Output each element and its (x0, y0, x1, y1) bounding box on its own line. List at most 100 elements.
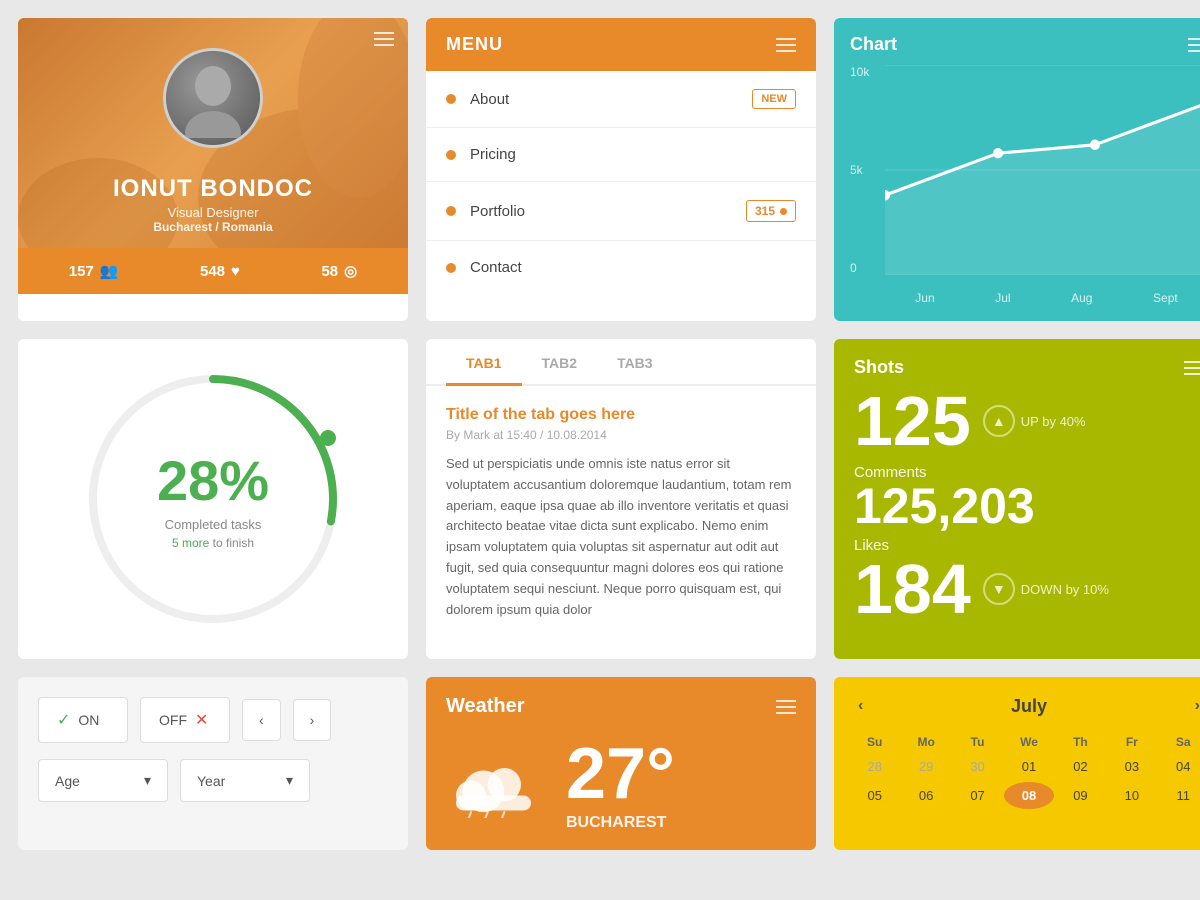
progress-text: 28% Completed tasks 5 more to finish (157, 448, 269, 550)
calendar-grid: Su Mo Tu We Th Fr Sa (850, 731, 1200, 753)
target-icon: ◎ (344, 262, 357, 280)
calendar-day-30[interactable]: 30 (953, 753, 1002, 780)
shots-row: 125 ▲ UP by 40% (854, 386, 1200, 456)
weather-city: BUCHAREST (566, 814, 675, 832)
menu-dot-contact (446, 263, 456, 273)
year-dropdown[interactable]: Year ▾ (180, 759, 310, 802)
cal-day-su: Su (850, 731, 899, 753)
chart-card: Chart 10k 5k 0 (834, 18, 1200, 321)
progress-label: Completed tasks (157, 517, 269, 532)
shots-trend-text: UP by 40% (1021, 414, 1086, 429)
chart-x-labels: Jun Jul Aug Sept (885, 291, 1200, 305)
tab-1[interactable]: TAB1 (446, 339, 522, 386)
calendar-day-07[interactable]: 07 (953, 782, 1002, 809)
calendar-day-01[interactable]: 01 (1004, 753, 1053, 780)
menu-hamburger-icon[interactable] (776, 38, 796, 52)
heart-icon: ♥ (231, 263, 240, 280)
tab-content-meta: By Mark at 15:40 / 10.08.2014 (446, 428, 796, 442)
badge-new-about: NEW (752, 89, 796, 109)
left-arrow-icon: ‹ (259, 712, 264, 728)
cal-day-fr: Fr (1107, 731, 1156, 753)
chart-x-aug: Aug (1071, 291, 1092, 305)
on-button[interactable]: ✓ ON (38, 697, 128, 743)
profile-title: Visual Designer (18, 205, 408, 220)
cal-day-mo: Mo (901, 731, 950, 753)
followers-icon: 👥 (100, 262, 119, 280)
shots-up-icon: ▲ (983, 405, 1015, 437)
badge-num-portfolio: 315 (746, 200, 796, 222)
calendar-day-11[interactable]: 11 (1159, 782, 1200, 809)
calendar-days: 28293001020304 05060708091011 (850, 753, 1200, 809)
profile-info: IONUT BONDOC Visual Designer Bucharest /… (18, 175, 408, 234)
year-label: Year (197, 773, 225, 789)
profile-location: Bucharest / Romania (18, 220, 408, 234)
menu-item-about[interactable]: About NEW (426, 71, 816, 128)
menu-dot-pricing (446, 150, 456, 160)
controls-card: ✓ ON OFF ✕ ‹ › Age ▾ Year ▾ (18, 677, 408, 850)
menu-item-pricing[interactable]: Pricing (426, 128, 816, 182)
likes-trend: ▼ DOWN by 10% (983, 573, 1109, 605)
off-button[interactable]: OFF ✕ (140, 697, 230, 743)
chart-header: Chart (850, 34, 1200, 55)
calendar-day-03[interactable]: 03 (1107, 753, 1156, 780)
next-arrow-button[interactable]: › (293, 699, 332, 741)
calendar-next-button[interactable]: › (1187, 693, 1200, 719)
age-dropdown[interactable]: Age ▾ (38, 759, 168, 802)
progress-finish-text: to finish (209, 536, 254, 550)
chart-area: 10k 5k 0 (850, 65, 1200, 305)
chart-title: Chart (850, 34, 897, 55)
progress-circle: 28% Completed tasks 5 more to finish (73, 359, 353, 639)
chart-x-sept: Sept (1153, 291, 1178, 305)
menu-header: MENU (426, 18, 816, 71)
prev-arrow-button[interactable]: ‹ (242, 699, 281, 741)
cal-day-th: Th (1056, 731, 1105, 753)
calendar-day-08[interactable]: 08 (1004, 782, 1053, 809)
shots-trend: ▲ UP by 40% (983, 405, 1086, 437)
calendar-day-04[interactable]: 04 (1159, 753, 1200, 780)
tab-3[interactable]: TAB3 (597, 339, 673, 386)
calendar-day-09[interactable]: 09 (1056, 782, 1105, 809)
menu-item-portfolio[interactable]: Portfolio 315 (426, 182, 816, 241)
badge-dot-portfolio (780, 208, 787, 215)
calendar-day-28[interactable]: 28 (850, 753, 899, 780)
calendar-day-05[interactable]: 05 (850, 782, 899, 809)
weather-card: Weather 27° BUCHAREST (426, 677, 816, 850)
chart-x-jul: Jul (995, 291, 1010, 305)
profile-menu-icon[interactable] (374, 32, 394, 46)
likes-down-icon: ▼ (983, 573, 1015, 605)
right-arrow-icon: › (310, 712, 315, 728)
tab-2[interactable]: TAB2 (522, 339, 598, 386)
age-label: Age (55, 773, 80, 789)
menu-title: MENU (446, 34, 503, 55)
shots-stats-header: Shots (854, 357, 1200, 378)
profile-top: IONUT BONDOC Visual Designer Bucharest /… (18, 18, 408, 248)
weather-menu-icon[interactable] (776, 700, 796, 714)
weather-temp: 27° (566, 738, 675, 810)
weather-content: 27° BUCHAREST (446, 738, 796, 832)
calendar-month: July (1011, 696, 1047, 717)
weather-cloud-icon (446, 748, 546, 823)
calendar-day-29[interactable]: 29 (901, 753, 950, 780)
progress-card: 28% Completed tasks 5 more to finish (18, 339, 408, 659)
calendar-day-10[interactable]: 10 (1107, 782, 1156, 809)
chart-svg-wrap (885, 65, 1200, 275)
comments-value: 125,203 (854, 481, 1200, 531)
shots-menu-icon[interactable] (1184, 361, 1200, 375)
shots-stats-card: Shots 125 ▲ UP by 40% Comments 125,203 L… (834, 339, 1200, 659)
calendar-day-06[interactable]: 06 (901, 782, 950, 809)
chart-menu-icon[interactable] (1188, 38, 1200, 52)
likes-count: 548 (200, 263, 225, 280)
likes-value: 184 (854, 554, 971, 624)
calendar-header: ‹ July › (850, 693, 1200, 719)
menu-item-contact[interactable]: Contact (426, 241, 816, 294)
cal-day-we: We (1004, 731, 1053, 753)
calendar-day-02[interactable]: 02 (1056, 753, 1105, 780)
weather-info: 27° BUCHAREST (566, 738, 675, 832)
profile-card: IONUT BONDOC Visual Designer Bucharest /… (18, 18, 408, 321)
progress-more-link[interactable]: 5 more (172, 536, 209, 550)
on-label: ON (78, 712, 99, 728)
tab-content-body: Sed ut perspiciatis unde omnis iste natu… (446, 454, 796, 620)
cross-icon: ✕ (195, 710, 208, 730)
calendar-prev-button[interactable]: ‹ (850, 693, 871, 719)
calendar-card: ‹ July › Su Mo Tu We Th Fr Sa 2829300102… (834, 677, 1200, 850)
